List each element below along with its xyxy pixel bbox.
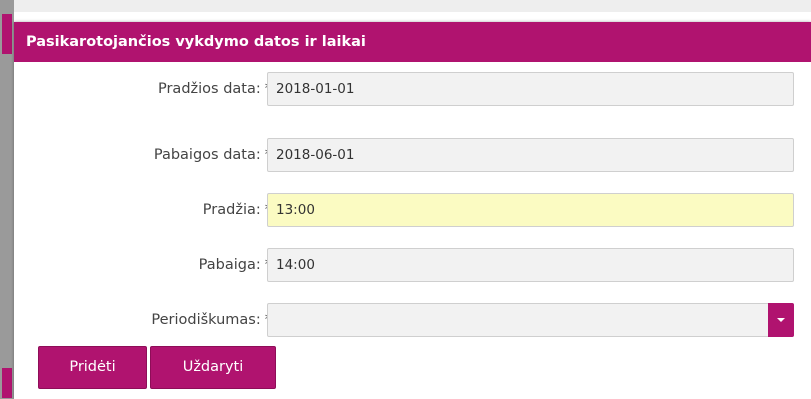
end-time-field[interactable]: [267, 248, 794, 282]
end-date-row: Pabaigos data:*: [14, 138, 811, 172]
background-page: Pasikarotojančios vykdymo datos ir laika…: [0, 0, 811, 399]
start-date-field[interactable]: [267, 72, 794, 106]
periodicity-select[interactable]: [267, 303, 794, 337]
start-date-row: Pradžios data:*: [14, 72, 811, 106]
start-time-label: Pradžia:*: [203, 193, 272, 227]
periodicity-row: Periodiškumas:*: [14, 303, 811, 337]
background-left-strip: [0, 0, 14, 399]
end-date-field[interactable]: [267, 138, 794, 172]
close-button[interactable]: Uždaryti: [150, 346, 276, 389]
periodicity-label: Periodiškumas:*: [151, 303, 272, 337]
end-time-label: Pabaiga:*: [199, 248, 272, 282]
background-topbar: [14, 0, 811, 12]
end-date-label: Pabaigos data:*: [154, 138, 272, 172]
start-date-label: Pradžios data:*: [158, 72, 272, 106]
chevron-down-icon: [777, 318, 785, 322]
periodicity-dropdown-button[interactable]: [768, 303, 794, 337]
recurring-dates-dialog: Pasikarotojančios vykdymo datos ir laika…: [14, 22, 811, 399]
start-time-field[interactable]: [267, 193, 794, 227]
end-time-row: Pabaiga:*: [14, 248, 811, 282]
background-accent-block: [2, 14, 12, 54]
background-accent-block: [2, 368, 12, 398]
start-time-row: Pradžia:*: [14, 193, 811, 227]
add-button[interactable]: Pridėti: [38, 346, 147, 389]
dialog-title: Pasikarotojančios vykdymo datos ir laika…: [14, 22, 811, 62]
